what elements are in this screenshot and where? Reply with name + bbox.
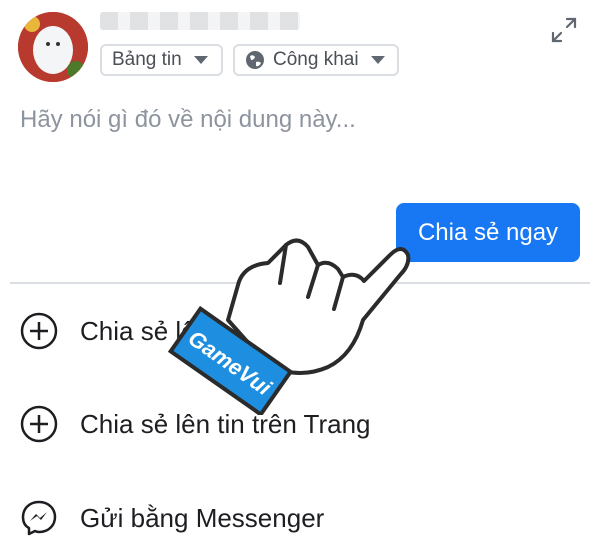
caret-down-icon xyxy=(193,56,208,64)
profile-name-redacted xyxy=(100,12,300,30)
option-send-messenger[interactable]: Gửi bằng Messenger xyxy=(20,499,324,537)
privacy-label: Công khai xyxy=(273,49,359,70)
globe-icon xyxy=(246,51,264,69)
option-share-to-page-story[interactable]: Chia sẻ lên tin trên Trang xyxy=(20,405,371,443)
audience-feed-label: Bảng tin xyxy=(112,49,182,70)
messenger-icon xyxy=(21,500,57,536)
privacy-dropdown[interactable]: Công khai xyxy=(233,44,399,76)
option-label: Chia sẻ lê xyxy=(80,315,196,346)
option-label: Chia sẻ lên tin trên Trang xyxy=(80,408,371,439)
expand-icon[interactable] xyxy=(550,16,578,44)
share-now-button[interactable]: Chia sẻ ngay xyxy=(396,203,580,262)
watermark-text: GameVui xyxy=(184,325,277,400)
caret-down-icon xyxy=(370,56,385,64)
avatar[interactable] xyxy=(18,12,88,82)
plus-circle-icon xyxy=(20,405,58,443)
compose-text-input[interactable]: Hãy nói gì đó về nội dung này... xyxy=(20,106,356,134)
pointing-hand-icon: GameVui xyxy=(168,238,411,415)
option-share-to-feed[interactable]: Chia sẻ lê xyxy=(20,312,196,350)
divider xyxy=(10,282,590,284)
plus-circle-icon xyxy=(20,312,58,350)
option-label: Gửi bằng Messenger xyxy=(80,502,325,533)
audience-feed-dropdown[interactable]: Bảng tin xyxy=(100,44,223,76)
